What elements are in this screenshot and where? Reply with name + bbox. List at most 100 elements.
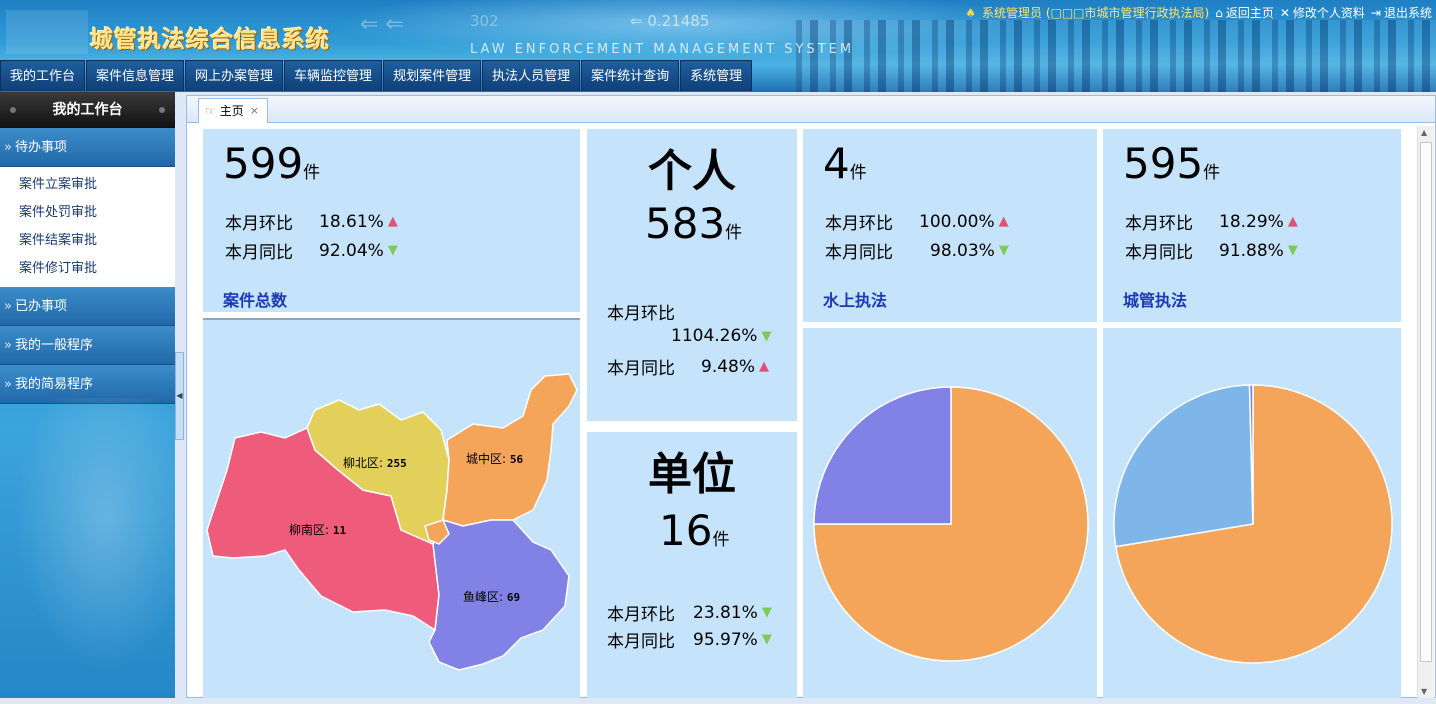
logo <box>6 10 88 54</box>
map-label-liubei: 柳北区: 255 <box>343 456 407 470</box>
logout-link[interactable]: ⇥ 退出系统 <box>1371 4 1432 21</box>
app-title: 城管执法综合信息系统 <box>90 27 330 53</box>
unit-yoy: 本月同比 95.97% ▼ <box>607 629 772 653</box>
header-city-banner <box>796 20 1436 92</box>
nav-tab-staff[interactable]: 执法人员管理 <box>482 60 581 91</box>
tab-bar: ☞ 主页 × <box>187 96 1435 123</box>
edit-profile-link[interactable]: ✕ 修改个人资料 <box>1280 4 1365 21</box>
nav-tab-planning-case[interactable]: 规划案件管理 <box>383 60 482 91</box>
trend-up-icon: ▲ <box>387 214 398 229</box>
unit-count: 16件 <box>659 506 730 555</box>
app-header: ⇐ ⇐ 302 ⇐ 0.21485 城管执法综合信息系统 LAW ENFORCE… <box>0 0 1436 92</box>
personal-count: 583件 <box>645 199 743 248</box>
home-icon: ⌂ <box>1215 5 1223 20</box>
vertical-scrollbar[interactable]: ▲ ▼ <box>1417 126 1434 698</box>
water-pie-chart <box>813 386 1089 662</box>
app-subtitle: LAW ENFORCEMENT MANAGEMENT SYSTEM <box>470 42 855 57</box>
urban-yoy: 本月同比 91.88% ▼ <box>1125 240 1298 264</box>
unit-label: 单位 <box>648 449 736 500</box>
current-user: 系统管理员 (□□□市城市管理行政执法局) <box>982 6 1210 20</box>
sidebar-collapse-handle[interactable]: ◀ <box>175 352 184 440</box>
nav-tab-statistics[interactable]: 案件统计查询 <box>581 60 680 91</box>
personal-yoy: 本月同比 9.48% ▲ <box>607 356 770 380</box>
double-chevron-icon: » <box>4 140 12 155</box>
tools-icon: ✕ <box>1279 5 1290 20</box>
card-urban-pie <box>1103 328 1401 698</box>
map-label-liunan: 柳南区: 11 <box>289 523 347 537</box>
water-mom: 本月环比 100.00% ▲ <box>825 211 1009 235</box>
trend-down-icon: ▼ <box>387 243 398 258</box>
total-count: 599件 <box>223 139 321 188</box>
card-total-cases: 599件 本月环比 18.61% ▲ 本月同比 92.04% ▼ 案件总数 <box>203 129 580 312</box>
card-unit: 单位 16件 本月环比 23.81% ▼ 本月同比 95.97% ▼ <box>587 432 797 698</box>
sidebar-item-revision-approval[interactable]: 案件修订审批 <box>0 255 175 283</box>
urban-pie-chart <box>1113 384 1393 664</box>
card-title-water: 水上执法 <box>823 291 888 310</box>
water-count: 4件 <box>823 139 867 188</box>
main-panel: ☞ 主页 × 599件 本月环比 18.61% ▲ 本月同比 92.04% ▼ 案件总数… <box>186 95 1436 698</box>
sidebar: 我的工作台 » 待办事项 案件立案审批 案件处罚审批 案件结案审批 案件修订审批… <box>0 92 175 698</box>
district-map <box>206 373 578 671</box>
card-water-pie <box>803 328 1097 698</box>
pie-slice-1[interactable] <box>1113 384 1254 548</box>
sidebar-section-general-procedure[interactable]: » 我的一般程序 <box>0 326 175 365</box>
sidebar-section-done[interactable]: » 已办事项 <box>0 287 175 326</box>
sidebar-item-penalty-approval[interactable]: 案件处罚审批 <box>0 199 175 227</box>
water-yoy: 本月同比 98.03% ▼ <box>825 240 1009 264</box>
nav-tab-online-case[interactable]: 网上办案管理 <box>185 60 284 91</box>
card-district-map: 柳北区: 255 城中区: 56 柳南区: 11 鱼峰区: 69 <box>203 318 580 698</box>
top-nav: 我的工作台 案件信息管理 网上办案管理 车辆监控管理 规划案件管理 执法人员管理… <box>0 60 753 91</box>
home-tab-icon: ☞ <box>205 104 216 118</box>
scroll-up-icon[interactable]: ▲ <box>1421 128 1427 137</box>
trend-up-icon: ▲ <box>1287 214 1298 229</box>
card-urban-enforcement: 595件 本月环比 18.29% ▲ 本月同比 91.88% ▼ 城管执法 <box>1103 129 1401 322</box>
sidebar-item-closing-approval[interactable]: 案件结案审批 <box>0 227 175 255</box>
close-icon[interactable]: × <box>250 99 259 123</box>
urban-mom: 本月环比 18.29% ▲ <box>1125 211 1298 235</box>
trend-up-icon: ▲ <box>998 214 1009 229</box>
sidebar-item-filing-approval[interactable]: 案件立案审批 <box>0 171 175 199</box>
urban-count: 595件 <box>1123 139 1221 188</box>
map-label-chengzhong: 城中区: 56 <box>466 452 524 466</box>
card-title-total: 案件总数 <box>223 291 288 310</box>
decorative-number-2: 302 <box>470 12 499 30</box>
trend-down-icon: ▼ <box>761 605 772 620</box>
tab-home[interactable]: ☞ 主页 × <box>198 98 268 123</box>
decorative-arrows-icon: ⇐ ⇐ <box>360 12 404 37</box>
card-personal: 个人 583件 本月环比 1104.26% ▼ 本月同比 9.48% ▲ <box>587 129 797 421</box>
personal-mom: 1104.26% ▼ <box>671 326 772 346</box>
total-yoy: 本月同比 92.04% ▼ <box>225 240 398 264</box>
personal-label: 个人 <box>648 146 736 197</box>
nav-tab-case-info[interactable]: 案件信息管理 <box>86 60 185 91</box>
nav-tab-workbench[interactable]: 我的工作台 <box>0 60 86 91</box>
trend-up-icon: ▲ <box>759 359 770 374</box>
map-label-yufeng: 鱼峰区: 69 <box>463 590 521 604</box>
logout-icon: ⇥ <box>1370 5 1381 20</box>
double-chevron-icon: » <box>4 299 12 314</box>
user-icon: ♠ <box>965 5 976 20</box>
trend-down-icon: ▼ <box>998 243 1009 258</box>
double-chevron-icon: » <box>4 338 12 353</box>
user-bar: ♠ 系统管理员 (□□□市城市管理行政执法局) ⌂ 返回主页 ✕ 修改个人资料 ⇥ 退… <box>965 4 1432 21</box>
card-title-urban: 城管执法 <box>1123 291 1188 310</box>
trend-down-icon: ▼ <box>761 328 772 344</box>
pie-slice-1[interactable] <box>813 386 952 525</box>
trend-down-icon: ▼ <box>1287 243 1298 258</box>
home-link[interactable]: ⌂ 返回主页 <box>1215 4 1274 21</box>
card-water-enforcement: 4件 本月环比 100.00% ▲ 本月同比 98.03% ▼ 水上执法 <box>803 129 1097 322</box>
personal-mom-label: 本月环比 <box>607 304 675 324</box>
scrollbar-thumb[interactable] <box>1420 142 1432 662</box>
sidebar-section-todo[interactable]: » 待办事项 <box>0 128 175 167</box>
dot-icon <box>159 107 165 113</box>
decorative-number: ⇐ 0.21485 <box>630 12 710 30</box>
total-mom: 本月环比 18.61% ▲ <box>225 211 398 235</box>
nav-tab-system[interactable]: 系统管理 <box>680 60 753 91</box>
dot-icon <box>10 107 16 113</box>
unit-mom: 本月环比 23.81% ▼ <box>607 602 772 626</box>
sidebar-title: 我的工作台 <box>0 92 175 128</box>
nav-tab-vehicle-monitor[interactable]: 车辆监控管理 <box>284 60 383 91</box>
scroll-down-icon[interactable]: ▼ <box>1421 687 1427 696</box>
trend-down-icon: ▼ <box>761 632 772 647</box>
sidebar-todo-items: 案件立案审批 案件处罚审批 案件结案审批 案件修订审批 <box>0 167 175 287</box>
sidebar-background <box>0 398 175 698</box>
